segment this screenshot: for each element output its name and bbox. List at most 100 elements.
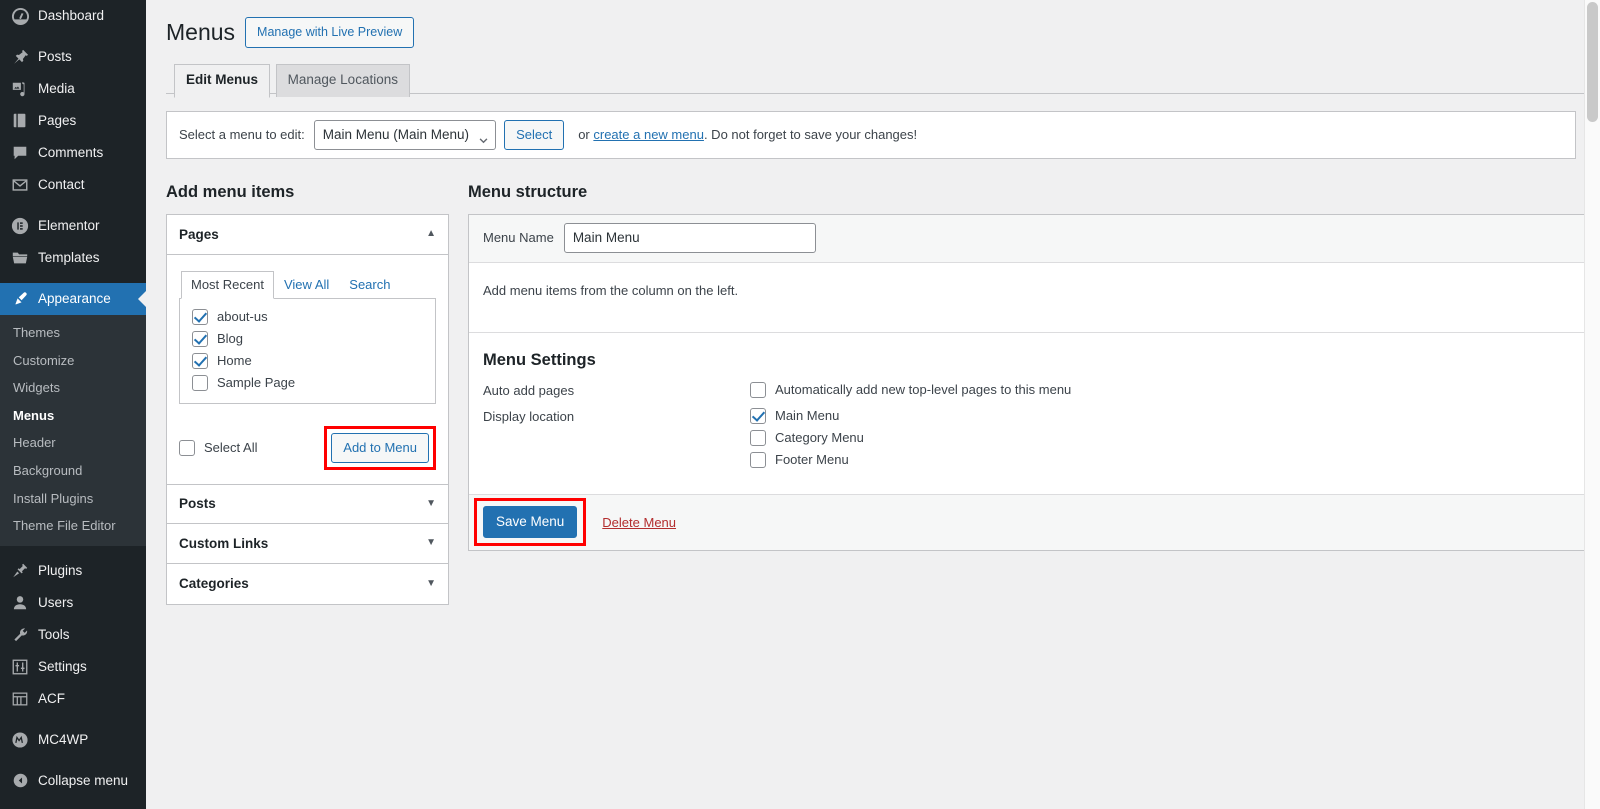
checkbox-about-us[interactable] (192, 309, 208, 325)
sidebar-item-contact[interactable]: Contact (0, 169, 146, 201)
sidebar-item-posts[interactable]: Posts (0, 41, 146, 73)
auto-add-pages-row: Auto add pages Automatically add new top… (483, 382, 1585, 398)
submenu-item-background[interactable]: Background (0, 457, 146, 485)
sidebar-item-comments[interactable]: Comments (0, 137, 146, 169)
accordion-header-posts[interactable]: Posts ▼ (167, 484, 448, 524)
accordion-header-pages[interactable]: Pages ▲ (167, 215, 448, 255)
sidebar-item-label: Media (38, 82, 75, 96)
sidebar-separator (0, 546, 146, 555)
select-button[interactable]: Select (504, 120, 564, 150)
sidebar-item-acf[interactable]: ACF (0, 683, 146, 715)
accordion-title: Custom Links (179, 536, 268, 551)
dashboard-icon (9, 6, 31, 26)
add-menu-items-heading: Add menu items (166, 181, 449, 204)
checkbox-row[interactable]: Main Menu (750, 408, 1585, 424)
sidebar-item-dashboard[interactable]: Dashboard (0, 0, 146, 32)
sidebar-item-collapse-menu[interactable]: Collapse menu (0, 765, 146, 797)
submenu-item-menus[interactable]: Menus (0, 402, 146, 430)
checkbox-row[interactable]: Category Menu (750, 430, 1585, 446)
scrollbar-thumb[interactable] (1587, 2, 1598, 122)
submenu-item-widgets[interactable]: Widgets (0, 374, 146, 402)
checkbox-label: Main Menu (775, 408, 839, 423)
chevron-down-icon (479, 132, 488, 138)
sidebar-item-label: Pages (38, 114, 76, 128)
select-all-row[interactable]: Select All (179, 440, 257, 456)
pages-icon (9, 111, 31, 131)
create-a-new-menu-link[interactable]: create a new menu (593, 127, 704, 142)
sidebar-item-settings[interactable]: Settings (0, 651, 146, 683)
submenu-item-install-plugins[interactable]: Install Plugins (0, 485, 146, 513)
submenu-item-theme-file-editor[interactable]: Theme File Editor (0, 512, 146, 540)
sidebar-item-plugins[interactable]: Plugins (0, 555, 146, 587)
list-item[interactable]: Home (192, 353, 423, 369)
tab-edit-menus[interactable]: Edit Menus (174, 64, 270, 98)
checkbox-label: Footer Menu (775, 452, 849, 467)
menu-structure-column: Menu structure Menu Name Add menu items … (468, 181, 1600, 605)
sidebar-item-mc4wp[interactable]: MC4WP (0, 724, 146, 756)
add-menu-items-accordion: Pages ▲ Most Recent View All Search (166, 214, 449, 605)
manage-with-live-preview-button[interactable]: Manage with Live Preview (245, 17, 414, 48)
checkbox-row[interactable]: Automatically add new top-level pages to… (750, 382, 1585, 398)
sidebar-separator (0, 32, 146, 41)
checkbox-sample-page[interactable] (192, 375, 208, 391)
menu-structure-box: Menu Name Add menu items from the column… (468, 214, 1600, 551)
save-menu-highlight: Save Menu (474, 498, 586, 546)
menu-settings-title: Menu Settings (483, 351, 1585, 370)
checkbox-auto-add-pages[interactable] (750, 382, 766, 398)
envelope-icon (9, 175, 31, 195)
sidebar-separator (0, 274, 146, 283)
list-item[interactable]: Blog (192, 331, 423, 347)
chevron-down-icon: ▼ (426, 538, 436, 548)
sidebar-item-label: Appearance (38, 292, 111, 306)
checkbox-row[interactable]: Footer Menu (750, 452, 1585, 468)
sidebar-item-media[interactable]: Media (0, 73, 146, 105)
list-item[interactable]: Sample Page (192, 375, 423, 391)
sidebar-item-elementor[interactable]: Elementor (0, 210, 146, 242)
sidebar-item-label: Dashboard (38, 9, 104, 23)
sidebar-separator (0, 201, 146, 210)
sidebar-item-pages[interactable]: Pages (0, 105, 146, 137)
sidebar-item-label: Templates (38, 251, 100, 265)
tab-manage-locations[interactable]: Manage Locations (276, 64, 410, 97)
checkbox-select-all[interactable] (179, 440, 195, 456)
list-item-label: Blog (217, 331, 243, 346)
submenu-item-header[interactable]: Header (0, 429, 146, 457)
menu-select-dropdown[interactable]: Main Menu (Main Menu) (314, 120, 496, 150)
add-to-menu-highlight: Add to Menu (324, 426, 436, 470)
tab-search[interactable]: Search (339, 271, 400, 299)
media-icon (9, 79, 31, 99)
sidebar-item-users[interactable]: Users (0, 587, 146, 619)
sidebar-separator (0, 756, 146, 765)
add-to-menu-button[interactable]: Add to Menu (331, 433, 429, 463)
checkbox-location-footer-menu[interactable] (750, 452, 766, 468)
page-scrollbar[interactable] (1584, 0, 1600, 809)
submenu-item-themes[interactable]: Themes (0, 319, 146, 347)
submenu-item-customize[interactable]: Customize (0, 347, 146, 375)
or-prefix: or (578, 127, 593, 142)
sidebar-item-label: Contact (38, 178, 85, 192)
plug-icon (9, 561, 31, 581)
checkbox-home[interactable] (192, 353, 208, 369)
checkbox-location-main-menu[interactable] (750, 408, 766, 424)
sidebar-item-label: Elementor (38, 219, 100, 233)
screen-root: Dashboard Posts Media Pages Commen (0, 0, 1600, 809)
sidebar-item-label: Comments (38, 146, 103, 160)
checkbox-blog[interactable] (192, 331, 208, 347)
sidebar-item-templates[interactable]: Templates (0, 242, 146, 274)
tab-most-recent[interactable]: Most Recent (181, 271, 274, 299)
sidebar-item-label: Users (38, 596, 73, 610)
accordion-header-custom-links[interactable]: Custom Links ▼ (167, 524, 448, 564)
sidebar-item-tools[interactable]: Tools (0, 619, 146, 651)
checkbox-location-category-menu[interactable] (750, 430, 766, 446)
accordion-header-categories[interactable]: Categories ▼ (167, 564, 448, 604)
menu-settings: Menu Settings Auto add pages Automatical… (469, 333, 1599, 494)
sidebar-item-appearance[interactable]: Appearance (0, 283, 146, 315)
sidebar-item-label: Plugins (38, 564, 82, 578)
nav-tabs: Edit Menus Manage Locations (166, 63, 1600, 94)
tab-view-all[interactable]: View All (274, 271, 339, 299)
list-item[interactable]: about-us (192, 309, 423, 325)
save-menu-button[interactable]: Save Menu (483, 506, 577, 538)
delete-menu-link[interactable]: Delete Menu (602, 515, 676, 530)
menu-name-input[interactable] (564, 223, 816, 253)
list-item-label: Sample Page (217, 375, 295, 390)
